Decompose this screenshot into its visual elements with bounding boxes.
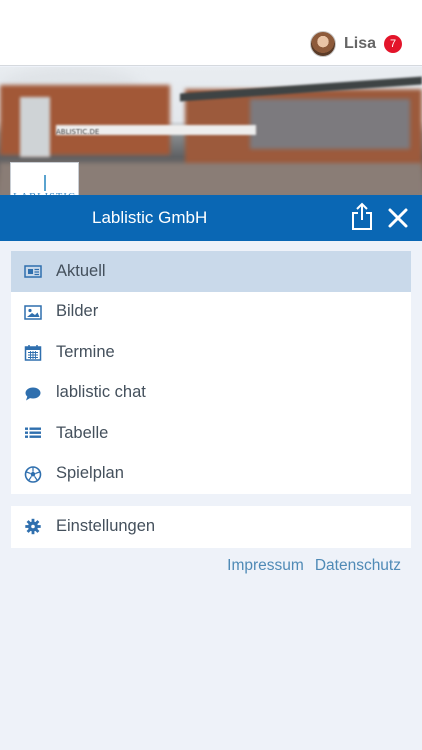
menu-item-spielplan[interactable]: Spielplan <box>11 454 411 495</box>
navigation-menu: Aktuell Bilder Termine lablistic chat Ta… <box>11 251 411 494</box>
menu-item-termine[interactable]: Termine <box>11 332 411 373</box>
image-icon <box>24 304 42 320</box>
newspaper-icon <box>24 265 42 278</box>
notification-badge[interactable]: 7 <box>384 35 402 53</box>
avatar[interactable] <box>309 31 336 57</box>
menu-item-label: Spielplan <box>56 464 124 483</box>
gear-icon <box>25 518 41 535</box>
datenschutz-link[interactable]: Datenschutz <box>315 557 401 575</box>
menu-item-label: lablistic chat <box>56 383 146 402</box>
user-profile[interactable]: Lisa 7 <box>309 30 402 58</box>
menu-item-aktuell[interactable]: Aktuell <box>11 251 411 292</box>
logo-mark <box>44 175 46 191</box>
menu-item-label: Tabelle <box>56 423 109 442</box>
share-icon <box>352 202 372 230</box>
impressum-link[interactable]: Impressum <box>227 557 304 575</box>
menu-item-label: Bilder <box>56 302 99 321</box>
menu-item-lablistic-chat[interactable]: lablistic chat <box>11 373 411 414</box>
list-icon <box>25 427 41 438</box>
menu-item-label: Termine <box>56 342 115 361</box>
building-sign: ABLISTIC.DE <box>56 128 100 136</box>
company-name: Lablistic GmbH <box>92 208 208 227</box>
menu-item-bilder[interactable]: Bilder <box>11 292 411 333</box>
close-button[interactable] <box>386 206 410 230</box>
calendar-icon <box>24 345 42 361</box>
menu-item-einstellungen[interactable]: Einstellungen <box>11 506 411 548</box>
chat-bubble-icon <box>25 387 41 400</box>
menu-item-tabelle[interactable]: Tabelle <box>11 413 411 454</box>
settings-label: Einstellungen <box>56 517 156 535</box>
footer-links: Impressum Datenschutz <box>227 557 401 575</box>
machine <box>20 97 50 157</box>
close-icon <box>388 208 408 228</box>
share-button[interactable] <box>350 202 374 232</box>
top-bar: Lisa 7 <box>0 0 422 66</box>
user-name[interactable]: Lisa <box>344 35 376 53</box>
building-windows <box>250 99 410 149</box>
soccer-ball-icon <box>24 465 42 483</box>
company-bar: Lablistic GmbH <box>0 195 422 241</box>
menu-item-label: Aktuell <box>56 261 106 280</box>
